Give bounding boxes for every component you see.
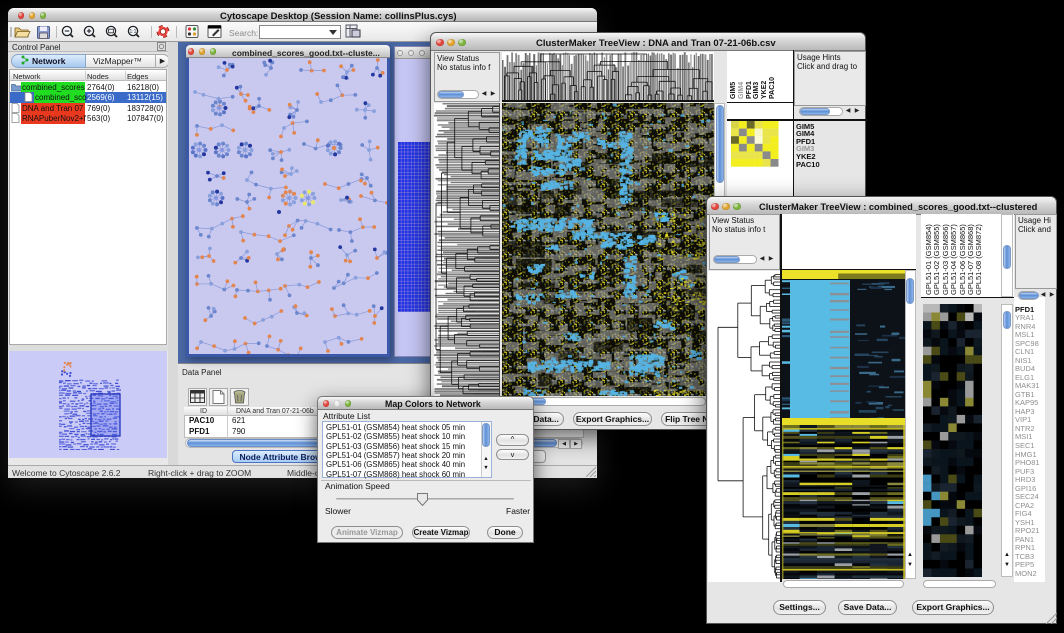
svg-text:1:1: 1:1 — [130, 29, 137, 35]
